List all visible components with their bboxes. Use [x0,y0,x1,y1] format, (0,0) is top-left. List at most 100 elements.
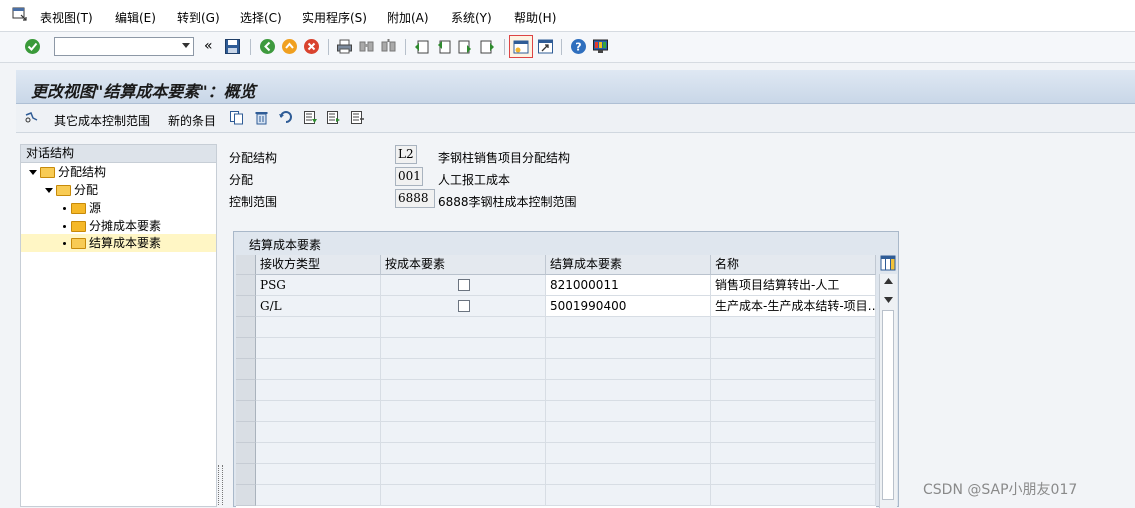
row-selector[interactable] [236,359,256,380]
empty-cell[interactable] [381,317,546,338]
deselect-all-icon[interactable] [350,110,365,125]
expand-triangle-icon[interactable] [45,188,53,193]
splitter-handle[interactable] [218,465,223,505]
empty-cell[interactable] [381,443,546,464]
menu-utilities[interactable]: 实用程序(S) [302,9,367,26]
column-header-settlement-cost-element[interactable]: 结算成本要素 [546,255,711,275]
empty-cell[interactable] [711,485,876,506]
empty-cell[interactable] [546,380,711,401]
menu-edit[interactable]: 编辑(E) [115,9,156,26]
menu-select[interactable]: 选择(C) [240,9,282,26]
select-all-rows-button[interactable] [236,255,256,275]
row-selector[interactable] [236,401,256,422]
save-icon[interactable] [224,38,241,55]
menu-window-icon[interactable] [12,6,28,22]
empty-cell[interactable] [256,359,381,380]
row-selector[interactable] [236,338,256,359]
select-all-icon[interactable] [303,110,318,125]
empty-cell[interactable] [711,443,876,464]
allocation-structure-field[interactable]: L2 [395,145,417,164]
settlement-cost-element-input[interactable]: 821000011 [546,275,711,296]
last-page-icon[interactable] [479,38,496,55]
empty-cell[interactable] [711,317,876,338]
empty-cell[interactable] [546,422,711,443]
empty-cell[interactable] [546,443,711,464]
first-page-icon[interactable] [413,38,430,55]
row-selector[interactable] [236,380,256,401]
by-cost-element-checkbox[interactable] [458,279,470,291]
empty-cell[interactable] [546,485,711,506]
next-page-icon[interactable] [457,38,474,55]
menu-table-view[interactable]: 表视图(T) [40,9,93,26]
empty-cell[interactable] [711,338,876,359]
empty-cell[interactable] [256,317,381,338]
row-selector[interactable] [236,464,256,485]
empty-cell[interactable] [256,338,381,359]
command-field[interactable] [54,37,194,56]
empty-cell[interactable] [381,338,546,359]
row-selector[interactable] [236,275,256,296]
tree-node-settlement-cost-elements[interactable]: 结算成本要素 [21,234,216,252]
back-icon[interactable] [259,38,276,55]
empty-cell[interactable] [711,359,876,380]
vertical-scrollbar[interactable] [879,274,897,508]
column-header-by-cost-element[interactable]: 按成本要素 [381,255,546,275]
menu-system[interactable]: 系统(Y) [451,9,492,26]
select-block-icon[interactable] [326,110,341,125]
allocation-field[interactable]: 001 [395,167,423,186]
cancel-icon[interactable] [303,38,320,55]
double-left-arrow-icon[interactable]: « [204,38,213,54]
new-session-button[interactable] [509,35,533,58]
column-header-receiver-type[interactable]: 接收方类型 [256,255,381,275]
by-cost-element-checkbox[interactable] [458,300,470,312]
row-selector[interactable] [236,317,256,338]
empty-cell[interactable] [256,443,381,464]
previous-page-icon[interactable] [435,38,452,55]
controlling-area-field[interactable]: 6888 [395,189,435,208]
create-shortcut-icon[interactable] [537,38,554,55]
empty-cell[interactable] [381,380,546,401]
empty-cell[interactable] [381,422,546,443]
empty-cell[interactable] [256,464,381,485]
row-selector[interactable] [236,485,256,506]
empty-cell[interactable] [381,401,546,422]
table-settings-icon[interactable] [880,255,896,271]
undo-icon[interactable] [278,110,293,125]
empty-cell[interactable] [546,359,711,380]
find-icon[interactable] [358,38,375,55]
row-selector[interactable] [236,422,256,443]
empty-cell[interactable] [381,359,546,380]
empty-cell[interactable] [711,422,876,443]
empty-cell[interactable] [711,380,876,401]
print-icon[interactable] [336,38,353,55]
empty-cell[interactable] [546,338,711,359]
empty-cell[interactable] [546,401,711,422]
new-entries-button[interactable]: 新的条目 [168,112,216,129]
enter-check-icon[interactable] [24,38,41,55]
chevron-down-icon[interactable] [182,43,190,48]
column-header-name[interactable]: 名称 [711,255,876,275]
expand-triangle-icon[interactable] [29,170,37,175]
menu-goto[interactable]: 转到(G) [177,9,220,26]
settlement-cost-element-input[interactable]: 5001990400 [546,296,711,317]
exit-icon[interactable] [281,38,298,55]
tree-node-allocation-structure[interactable]: 分配结构 [29,163,106,181]
other-control-area-button[interactable]: 其它成本控制范围 [54,112,150,129]
empty-cell[interactable] [546,464,711,485]
empty-cell[interactable] [256,380,381,401]
scroll-up-icon[interactable] [884,278,893,284]
empty-cell[interactable] [546,317,711,338]
help-icon[interactable]: ? [570,38,587,55]
customize-layout-icon[interactable] [592,38,609,55]
scroll-down-icon[interactable] [884,297,893,303]
empty-cell[interactable] [256,401,381,422]
empty-cell[interactable] [711,401,876,422]
tree-node-allocation-cost-elements[interactable]: 分摊成本要素 [63,217,161,235]
menu-extras[interactable]: 附加(A) [387,9,429,26]
scrollbar-thumb[interactable] [882,310,894,500]
delete-icon[interactable] [254,110,269,125]
copy-icon[interactable] [229,110,244,125]
empty-cell[interactable] [381,485,546,506]
row-selector[interactable] [236,296,256,317]
tree-node-source[interactable]: 源 [63,199,101,217]
